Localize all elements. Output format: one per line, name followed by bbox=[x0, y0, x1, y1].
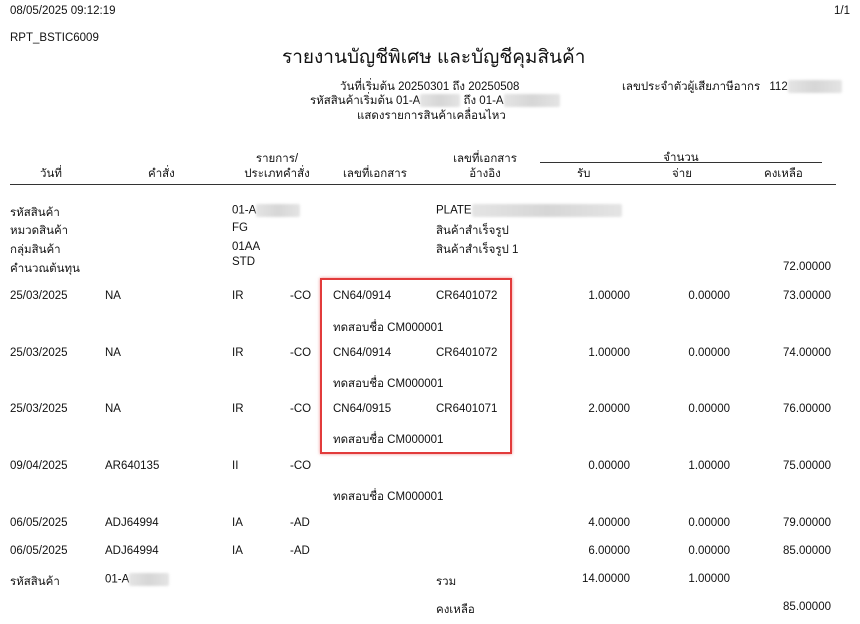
row-receive: 1.00000 bbox=[588, 347, 630, 359]
product-name-value: PLATE bbox=[436, 204, 472, 217]
row-order: NA bbox=[105, 403, 121, 415]
report-timestamp: 08/05/2025 09:12:19 bbox=[10, 5, 116, 17]
final-balance-label: คงเหลือ bbox=[436, 604, 475, 616]
group-code: 01AA bbox=[232, 241, 261, 253]
col-ref-line1: เลขที่เอกสาร bbox=[453, 153, 517, 165]
row-order: ADJ64994 bbox=[105, 545, 159, 557]
product-range-end: ถึง 01-A bbox=[463, 95, 504, 107]
row-date: 25/03/2025 bbox=[10, 403, 68, 415]
redaction-block bbox=[471, 204, 622, 217]
total-receive: 14.00000 bbox=[582, 573, 630, 585]
opening-balance: 72.00000 bbox=[783, 261, 831, 273]
group-label: กลุ่มสินค้า bbox=[10, 244, 61, 256]
product-code-value: 01-A bbox=[232, 204, 257, 217]
col-issue: จ่าย bbox=[672, 168, 692, 180]
row-issue: 0.00000 bbox=[688, 347, 730, 359]
row-order: NA bbox=[105, 290, 121, 302]
col-doc-no: เลขที่เอกสาร bbox=[343, 168, 407, 180]
redaction-block bbox=[503, 94, 560, 108]
row-date: 09/04/2025 bbox=[10, 460, 68, 472]
row-type: IA bbox=[232, 517, 243, 529]
summary-code-label: รหัสสินค้า bbox=[10, 576, 60, 588]
col-type-line2: ประเภทคำสั่ง bbox=[244, 168, 310, 180]
row-order: AR640135 bbox=[105, 460, 160, 472]
row-type: II bbox=[232, 460, 239, 472]
tax-id-label: เลขประจำตัวผู้เสียภาษีอากร bbox=[622, 81, 761, 93]
col-receive: รับ bbox=[577, 168, 591, 180]
total-label: รวม bbox=[436, 576, 457, 588]
tax-id: เลขประจำตัวผู้เสียภาษีอากร 112 bbox=[622, 78, 842, 96]
row-issue: 0.00000 bbox=[688, 545, 730, 557]
row-balance: 75.00000 bbox=[783, 460, 831, 472]
costing-method: STD bbox=[232, 256, 255, 268]
redaction-block bbox=[129, 573, 170, 586]
row-balance: 73.00000 bbox=[783, 290, 831, 302]
total-issue: 1.00000 bbox=[688, 573, 730, 585]
row-receive: 6.00000 bbox=[588, 545, 630, 557]
row-balance: 76.00000 bbox=[783, 403, 831, 415]
tax-id-value: 112 bbox=[769, 81, 788, 93]
product-range-label: รหัสสินค้าเริ่มต้น bbox=[310, 95, 393, 107]
row-type2: -CO bbox=[290, 460, 312, 472]
product-name: PLATE bbox=[436, 204, 622, 217]
row-issue: 1.00000 bbox=[688, 460, 730, 472]
redaction-block bbox=[420, 94, 461, 108]
col-order: คำสั่ง bbox=[148, 168, 175, 180]
row-date: 06/05/2025 bbox=[10, 545, 68, 557]
row-type2: -CO bbox=[290, 403, 312, 415]
row-type2: -CO bbox=[290, 290, 312, 302]
qty-group-underline bbox=[540, 162, 822, 163]
row-issue: 0.00000 bbox=[688, 517, 730, 529]
row-issue: 0.00000 bbox=[688, 403, 730, 415]
category-label: หมวดสินค้า bbox=[10, 225, 69, 237]
row-type: IA bbox=[232, 545, 243, 557]
row-receive: 2.00000 bbox=[588, 403, 630, 415]
row-order: ADJ64994 bbox=[105, 517, 159, 529]
category-code: FG bbox=[232, 222, 248, 234]
row-date: 25/03/2025 bbox=[10, 347, 68, 359]
page-number: 1/1 bbox=[834, 5, 850, 17]
col-ref-line2: อ้างอิง bbox=[469, 168, 501, 180]
row-receive: 0.00000 bbox=[588, 460, 630, 472]
col-balance: คงเหลือ bbox=[764, 168, 803, 180]
summary-code-value: 01-A bbox=[105, 573, 130, 586]
costing-label: คำนวณต้นทุน bbox=[10, 263, 80, 275]
product-range-start: 01-A bbox=[396, 95, 421, 107]
col-date: วันที่ bbox=[40, 168, 62, 180]
col-qty-group: จำนวน bbox=[663, 152, 699, 164]
row-receive: 4.00000 bbox=[588, 517, 630, 529]
product-code: 01-A bbox=[232, 204, 301, 217]
row-type2: -CO bbox=[290, 347, 312, 359]
row-date: 06/05/2025 bbox=[10, 517, 68, 529]
category-name: สินค้าสำเร็จรูป bbox=[436, 225, 509, 237]
report-title: รายงานบัญชีพิเศษ และบัญชีคุมสินค้า bbox=[282, 47, 586, 68]
filter-note: แสดงรายการสินค้าเคลื่อนไหว bbox=[357, 110, 506, 122]
highlight-box bbox=[320, 278, 512, 454]
row-balance: 85.00000 bbox=[783, 545, 831, 557]
row-type: IR bbox=[232, 403, 244, 415]
col-type-line1: รายการ/ bbox=[255, 153, 299, 165]
product-code-label: รหัสสินค้า bbox=[10, 207, 60, 219]
row-note: ทดสอบชื่อ CM000001 bbox=[333, 491, 444, 503]
row-type: IR bbox=[232, 347, 244, 359]
row-balance: 74.00000 bbox=[783, 347, 831, 359]
group-name: สินค้าสำเร็จรูป 1 bbox=[436, 244, 519, 256]
redaction-block bbox=[787, 80, 842, 94]
row-order: NA bbox=[105, 347, 121, 359]
row-type2: -AD bbox=[290, 545, 310, 557]
final-balance: 85.00000 bbox=[783, 601, 831, 613]
row-type2: -AD bbox=[290, 517, 310, 529]
row-date: 25/03/2025 bbox=[10, 290, 68, 302]
row-balance: 79.00000 bbox=[783, 517, 831, 529]
header-divider bbox=[10, 184, 836, 185]
row-issue: 0.00000 bbox=[688, 290, 730, 302]
row-receive: 1.00000 bbox=[588, 290, 630, 302]
report-id: RPT_BSTIC6009 bbox=[10, 32, 99, 44]
redaction-block bbox=[256, 204, 301, 217]
summary-code: 01-A bbox=[105, 573, 170, 586]
row-type: IR bbox=[232, 290, 244, 302]
